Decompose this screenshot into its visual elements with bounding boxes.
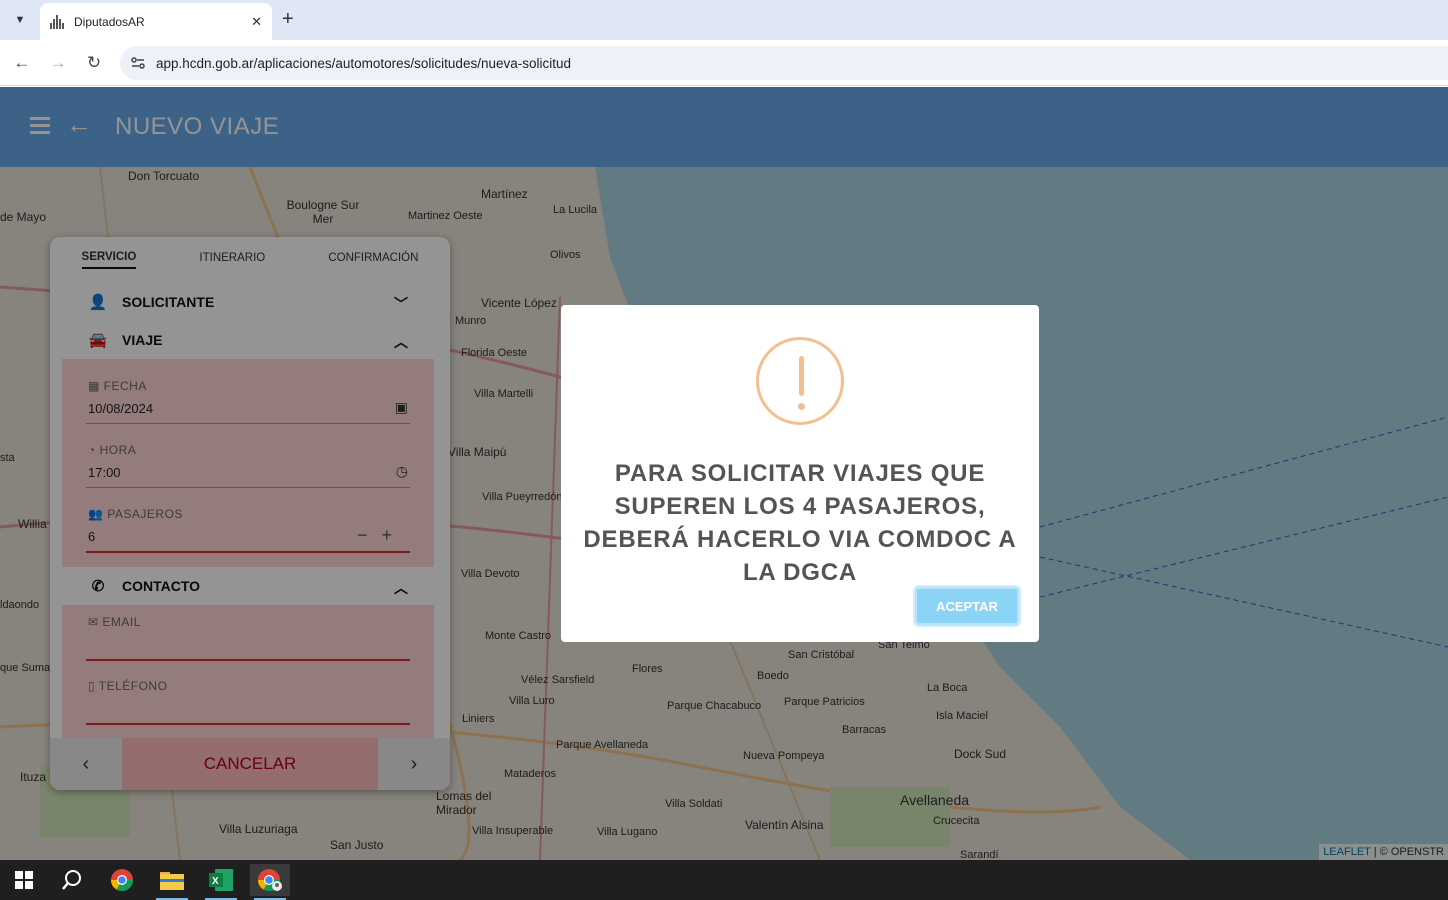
url-text: app.hcdn.gob.ar/aplicaciones/automotores…: [156, 55, 571, 71]
chrome-profile-icon[interactable]: [250, 864, 290, 900]
site-favicon-icon: [50, 14, 64, 29]
file-explorer-icon[interactable]: [152, 864, 192, 900]
tab-close-icon[interactable]: ✕: [251, 14, 262, 30]
tab-title: DiputadosAR: [74, 14, 145, 29]
alert-dialog: PARA SOLICITAR VIAJES QUE SUPEREN LOS 4 …: [561, 305, 1039, 642]
new-tab-button[interactable]: +: [282, 8, 294, 31]
forward-arrow-icon[interactable]: →: [46, 51, 70, 75]
browser-tab[interactable]: DiputadosAR ✕: [40, 3, 272, 40]
address-bar[interactable]: app.hcdn.gob.ar/aplicaciones/automotores…: [120, 46, 1448, 80]
browser-toolbar: ← → ↻ app.hcdn.gob.ar/aplicaciones/autom…: [0, 40, 1448, 86]
windows-start-icon[interactable]: [4, 864, 44, 896]
reload-icon[interactable]: ↻: [82, 51, 106, 75]
accept-button[interactable]: ACEPTAR: [915, 587, 1019, 625]
back-arrow-icon[interactable]: ←: [10, 51, 34, 75]
tab-search-chevron-icon[interactable]: ▼: [6, 6, 34, 34]
excel-icon[interactable]: X: [201, 864, 241, 900]
windows-taskbar: X: [0, 860, 1448, 900]
chrome-icon[interactable]: [102, 864, 142, 896]
site-settings-icon[interactable]: [130, 55, 146, 71]
alert-message: PARA SOLICITAR VIAJES QUE SUPEREN LOS 4 …: [583, 460, 1017, 586]
svg-text:X: X: [212, 876, 219, 887]
warning-icon: [756, 337, 844, 425]
search-icon[interactable]: [52, 864, 92, 896]
browser-tabstrip: ▼ DiputadosAR ✕ +: [0, 0, 1448, 40]
